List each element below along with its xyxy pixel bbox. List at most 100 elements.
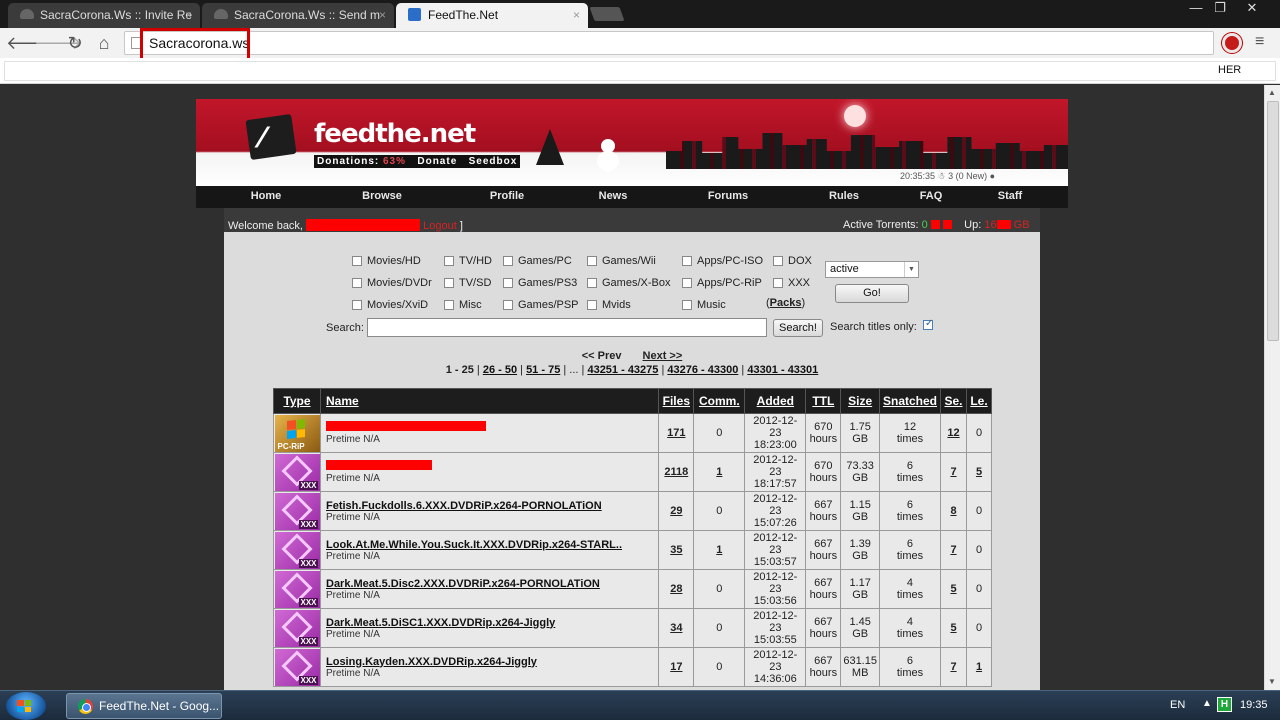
packs-label[interactable]: Packs [770,297,802,309]
category-filter[interactable]: Mvids [587,299,631,311]
pc-rip-category-icon[interactable]: PC-RiP [274,414,320,452]
xxx-category-icon[interactable]: XXX [274,531,320,569]
clock[interactable]: 19:35 [1240,699,1268,711]
torrent-name-redacted[interactable] [326,421,486,431]
nav-faq[interactable]: FAQ [920,190,943,202]
torrent-name-redacted[interactable] [326,460,432,470]
nav-rules[interactable]: Rules [829,190,859,202]
torrent-name-link[interactable]: Fetish.Fuckdolls.6.XXX.DVDRiP.x264-PORNO… [326,500,656,512]
category-filter[interactable]: Games/PC [503,255,572,267]
col-size[interactable]: Size [840,388,880,414]
torrent-name-link[interactable]: Dark.Meat.5.DiSC1.XXX.DVDRip.x264-Jiggly [326,617,656,629]
xxx-category-icon[interactable]: XXX [274,609,320,647]
bookmark-her[interactable]: HER [1218,64,1241,76]
files-count[interactable]: 29 [658,491,695,531]
xxx-category-icon[interactable]: XXX [274,570,320,608]
seeders-count[interactable]: 5 [940,608,967,648]
category-filter[interactable]: Movies/HD [352,255,421,267]
category-filter[interactable]: Music [682,299,726,311]
type-cell[interactable]: XXX [273,491,321,531]
files-count[interactable]: 171 [658,413,695,453]
comments-count[interactable]: 1 [693,452,746,492]
tab-feedthenet[interactable]: FeedThe.Net × [396,3,588,28]
category-checkbox[interactable] [682,278,692,288]
taskbar-chrome-item[interactable]: FeedThe.Net - Goog... [66,693,222,719]
close-tab-icon[interactable]: × [185,8,192,22]
torrent-name-link[interactable]: Dark.Meat.5.Disc2.XXX.DVDRiP.x264-PORNOL… [326,578,656,590]
category-checkbox[interactable] [352,278,362,288]
category-checkbox[interactable] [444,256,454,266]
col-name[interactable]: Name [319,388,660,414]
go-button[interactable]: Go! [835,284,909,303]
leechers-count[interactable]: 5 [966,452,992,492]
category-checkbox[interactable] [773,278,783,288]
category-checkbox[interactable] [682,256,692,266]
table-row[interactable]: XXX Dark.Meat.5.Disc2.XXX.DVDRiP.x264-POR… [273,569,992,609]
category-checkbox[interactable] [503,256,513,266]
files-count[interactable]: 35 [658,530,695,570]
category-filter[interactable]: TV/SD [444,277,491,289]
col-snatched[interactable]: Snatched [878,388,942,414]
table-row[interactable]: PC-RiP Pretime N/A 171 0 2012-12-23 18:23:00 6… [273,413,992,453]
category-filter[interactable]: Games/PSP [503,299,579,311]
col-type[interactable]: Type [273,388,321,414]
pager-page[interactable]: 43301 - 43301 [747,364,818,376]
search-input[interactable] [367,318,767,337]
category-filter[interactable]: TV/HD [444,255,492,267]
type-cell[interactable]: XXX [273,569,321,609]
nav-staff[interactable]: Staff [998,190,1022,202]
category-checkbox[interactable] [587,300,597,310]
prev-link[interactable]: << Prev [582,350,622,362]
type-cell[interactable]: XXX [273,608,321,648]
files-count[interactable]: 17 [658,647,695,687]
nav-news[interactable]: News [599,190,628,202]
nav-forums[interactable]: Forums [708,190,748,202]
seeders-count[interactable]: 8 [940,491,967,531]
category-checkbox[interactable] [587,256,597,266]
col-files[interactable]: Files [658,388,695,414]
category-checkbox[interactable] [773,256,783,266]
files-count[interactable]: 34 [658,608,695,648]
tray-expand-icon[interactable]: ▲ [1202,698,1212,709]
col-leechers[interactable]: Le. [966,388,992,414]
type-cell[interactable]: XXX [273,452,321,492]
col-seeders[interactable]: Se. [940,388,967,414]
seeders-count[interactable]: 7 [940,530,967,570]
category-filter[interactable]: DOX [773,255,812,267]
category-filter[interactable]: Movies/DVDr [352,277,432,289]
search-button[interactable]: Search! [773,319,823,337]
titles-only-checkbox[interactable] [923,318,933,330]
table-row[interactable]: XXX Dark.Meat.5.DiSC1.XXX.DVDRip.x264-Jig… [273,608,992,648]
table-row[interactable]: XXX Losing.Kayden.XXX.DVDRip.x264-Jiggly P… [273,647,992,687]
seeders-count[interactable]: 7 [940,647,967,687]
type-cell[interactable]: XXX [273,530,321,570]
category-filter[interactable]: XXX [773,277,810,289]
leechers-count[interactable]: 1 [966,647,992,687]
nav-home[interactable]: Home [251,190,282,202]
col-ttl[interactable]: TTL [805,388,842,414]
scroll-up-icon[interactable]: ▲ [1268,88,1276,97]
nav-browse[interactable]: Browse [362,190,402,202]
forward-icon[interactable]: 🡒 [34,32,82,54]
address-bar[interactable] [124,31,1214,55]
new-tab-button[interactable] [589,7,625,21]
maximize-button[interactable]: ❐ [1206,0,1234,18]
table-row[interactable]: XXX Look.At.Me.While.You.Suck.It.XXX.DVDR… [273,530,992,570]
next-link[interactable]: Next >> [643,350,683,362]
tab-sacracorona-send[interactable]: SacraCorona.Ws :: Send m × [202,3,394,28]
scroll-thumb[interactable] [1267,101,1279,341]
status-select[interactable]: active ▼ [825,261,919,278]
category-checkbox[interactable] [352,300,362,310]
category-checkbox[interactable] [587,278,597,288]
tab-sacracorona-invite[interactable]: SacraCorona.Ws :: Invite Re × [8,3,200,28]
xxx-category-icon[interactable]: XXX [274,492,320,530]
nav-profile[interactable]: Profile [490,190,524,202]
type-cell[interactable]: PC-RiP [273,413,321,453]
type-cell[interactable]: XXX [273,647,321,687]
category-checkbox[interactable] [682,300,692,310]
pager-page[interactable]: 26 - 50 [483,364,517,376]
category-filter[interactable]: Apps/PC-ISO [682,255,763,267]
table-row[interactable]: XXX Pretime N/A 2118 1 2012-12-23 18:17:57 670… [273,452,992,492]
category-checkbox[interactable] [503,278,513,288]
pager-page[interactable]: 43276 - 43300 [667,364,738,376]
